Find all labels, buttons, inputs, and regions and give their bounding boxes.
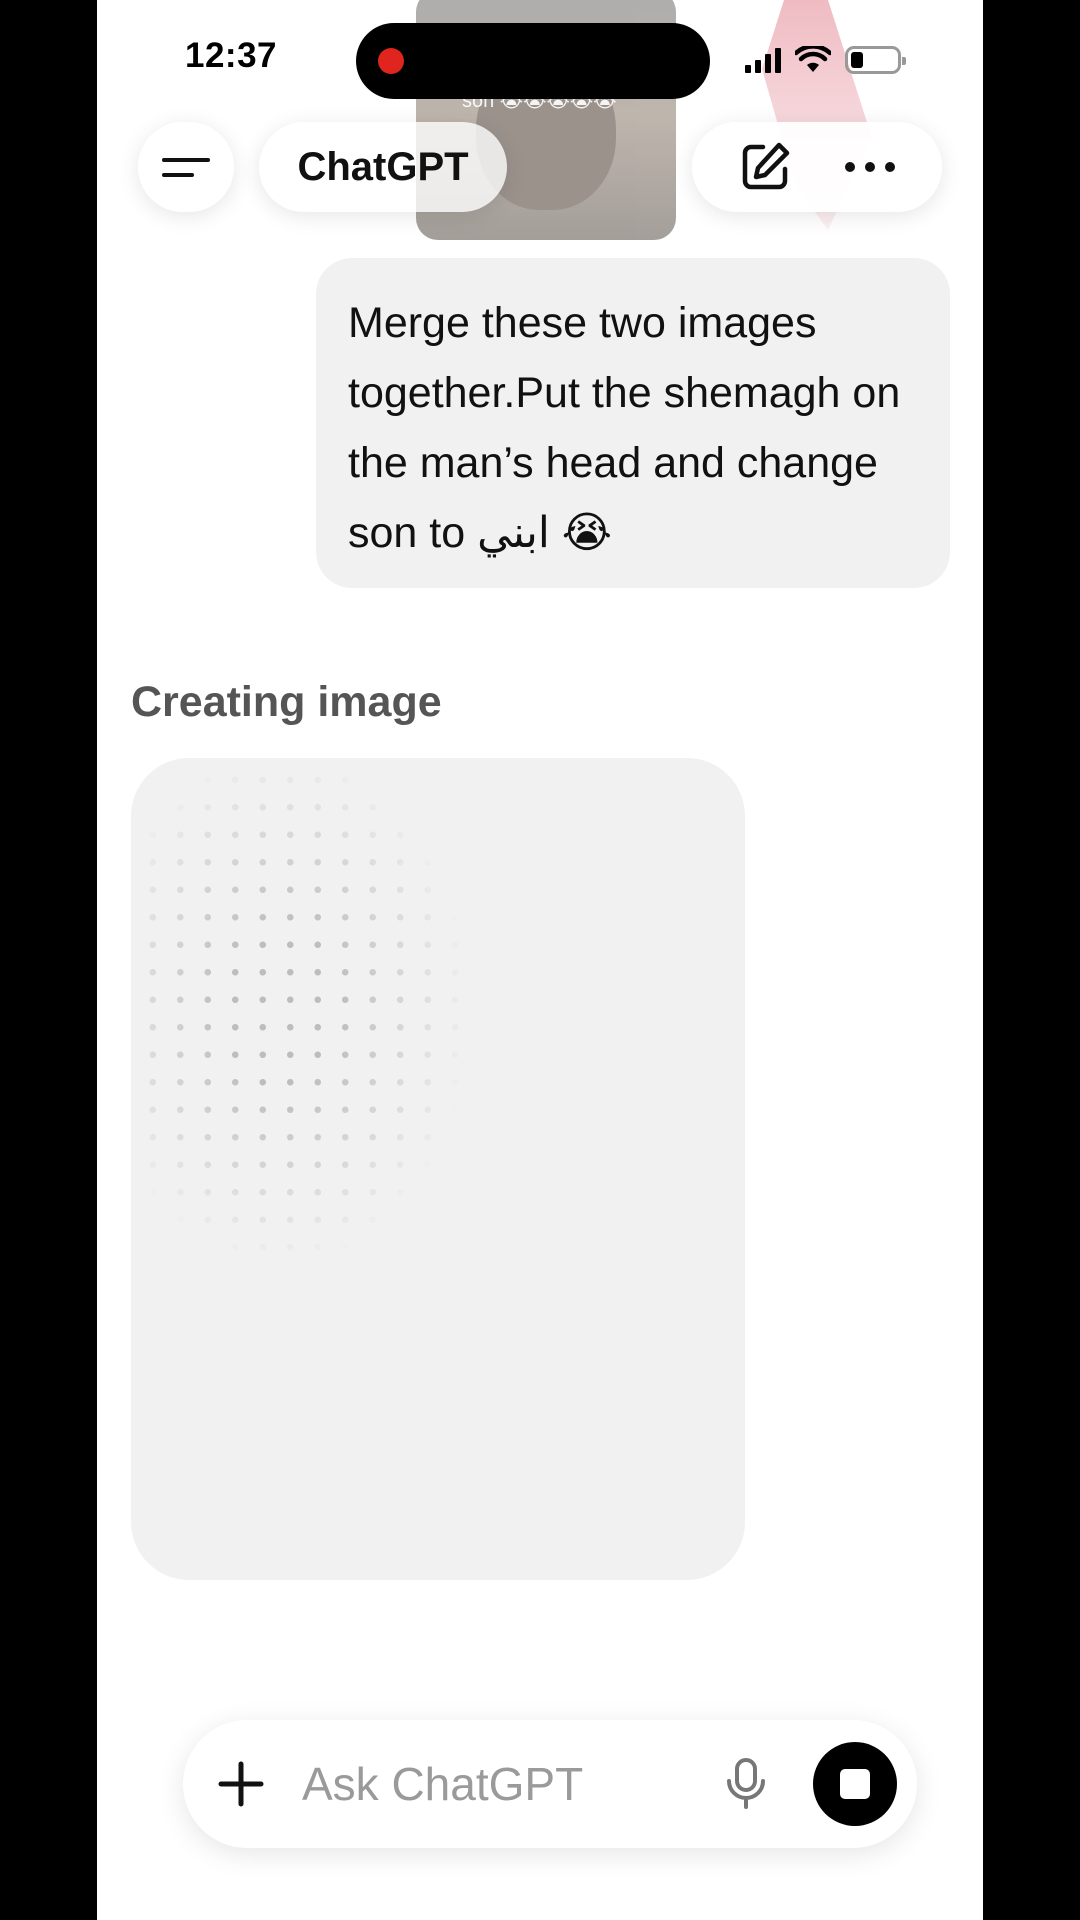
new-chat-button[interactable] bbox=[737, 139, 793, 195]
model-title-button[interactable]: ChatGPT bbox=[259, 122, 507, 212]
chatgpt-screen: son 😭😭😭😭😭 12:37 ChatGPT Merge these two … bbox=[97, 0, 983, 1920]
header-actions bbox=[692, 122, 942, 212]
user-message-bubble: Merge these two images together.Put the … bbox=[316, 258, 950, 588]
composer-bar: Ask ChatGPT bbox=[183, 1720, 917, 1848]
hamburger-icon bbox=[162, 157, 210, 177]
more-icon bbox=[844, 162, 895, 172]
plus-icon bbox=[218, 1761, 264, 1807]
recording-indicator-icon bbox=[378, 48, 404, 74]
signal-icon bbox=[745, 47, 781, 73]
image-generation-placeholder bbox=[131, 758, 745, 1580]
status-time: 12:37 bbox=[185, 36, 278, 75]
stop-icon bbox=[840, 1769, 870, 1799]
menu-button[interactable] bbox=[138, 122, 234, 212]
stop-generating-button[interactable] bbox=[813, 1742, 897, 1826]
battery-icon bbox=[845, 46, 906, 74]
dictation-button[interactable] bbox=[718, 1756, 774, 1812]
creating-image-status: Creating image bbox=[131, 678, 442, 726]
status-icons bbox=[745, 40, 906, 80]
dynamic-island bbox=[356, 23, 710, 99]
more-options-button[interactable] bbox=[842, 159, 898, 175]
wifi-icon bbox=[795, 46, 831, 72]
app-title: ChatGPT bbox=[297, 144, 469, 189]
user-message-text: Merge these two images together.Put the … bbox=[348, 299, 901, 557]
message-input[interactable]: Ask ChatGPT bbox=[302, 1756, 583, 1812]
edit-icon bbox=[742, 142, 789, 190]
add-attachment-button[interactable] bbox=[213, 1756, 269, 1812]
loading-dots-pattern bbox=[131, 758, 531, 1318]
mic-icon bbox=[727, 1758, 765, 1809]
